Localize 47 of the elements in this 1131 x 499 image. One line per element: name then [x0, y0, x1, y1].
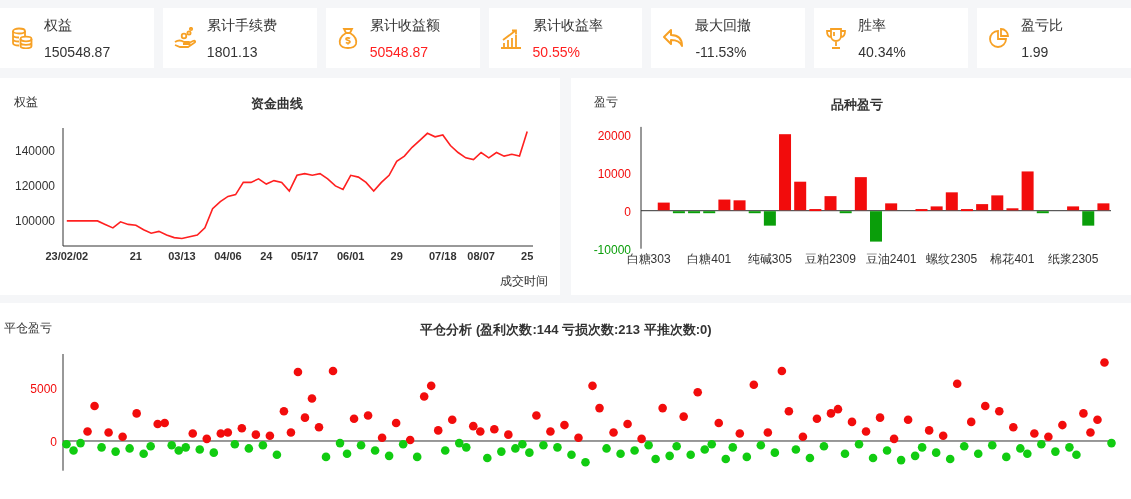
x-tick-label: 24: [260, 250, 273, 262]
x-tick-label: 豆粕2309: [805, 252, 856, 266]
stat-label: 最大回撤: [695, 16, 752, 33]
axis-title: 盈亏: [594, 95, 618, 109]
stat-value: 40.34%: [858, 43, 906, 60]
x-tick-label: 21: [129, 250, 142, 262]
x-tick-label: 29: [390, 250, 403, 262]
x-tick-label: 23/02/02: [45, 250, 89, 262]
stat-value: 1.99: [1021, 43, 1050, 60]
x-tick-label: 棉花401: [990, 252, 1035, 266]
stat-value: 150548.87: [44, 43, 111, 60]
stat-label: 累计收益率: [532, 16, 603, 33]
stat-label: 累计收益额: [369, 16, 440, 33]
x-tick-label: 04/06: [214, 250, 242, 262]
y-tick-label: 10000: [597, 166, 631, 181]
stat-value: 50548.87: [369, 43, 430, 60]
stat-label: 胜率: [858, 16, 888, 33]
chart-title: 平仓分析 (盈利次数:144 亏损次数:213 平推次数:0): [420, 322, 712, 337]
x-tick-label: 05/17: [290, 250, 319, 262]
chart-title: 资金曲线: [251, 96, 303, 111]
y-tick-label: 0: [50, 435, 57, 449]
stat-value: 50.55%: [532, 43, 582, 60]
y-tick-label: 20000: [597, 128, 631, 143]
y-tick-label: 120000: [14, 178, 55, 193]
y-tick-label: 5000: [30, 381, 57, 396]
stat-label: 权益: [44, 16, 73, 33]
y-tick-label: 0: [624, 204, 631, 219]
stat-value: 1801.13: [206, 43, 259, 60]
x-tick-label: 纸浆2305: [1047, 252, 1099, 266]
chart-title: 品种盈亏: [831, 97, 883, 112]
x-tick-label: 08/07: [467, 250, 495, 262]
axis-title: 成交时间: [500, 274, 548, 288]
axis-title: 平仓盈亏: [4, 321, 52, 335]
stat-label: 累计手续费: [206, 16, 277, 33]
stat-value: -11.53%: [695, 43, 748, 60]
x-tick-label: 03/13: [168, 250, 196, 262]
y-tick-label: 140000: [14, 143, 55, 158]
y-tick-label: 100000: [14, 213, 55, 228]
x-tick-label: 豆油2401: [865, 252, 917, 266]
x-tick-label: 06/01: [336, 250, 365, 262]
x-tick-label: 纯碱305: [747, 252, 792, 266]
x-tick-label: 07/18: [429, 250, 457, 262]
x-tick-label: 25: [521, 250, 534, 262]
stat-label: 盈亏比: [1021, 16, 1064, 33]
x-tick-label: 螺纹2305: [926, 252, 978, 266]
axis-title: 权益: [14, 95, 38, 109]
x-tick-label: 白糖401: [687, 252, 732, 266]
